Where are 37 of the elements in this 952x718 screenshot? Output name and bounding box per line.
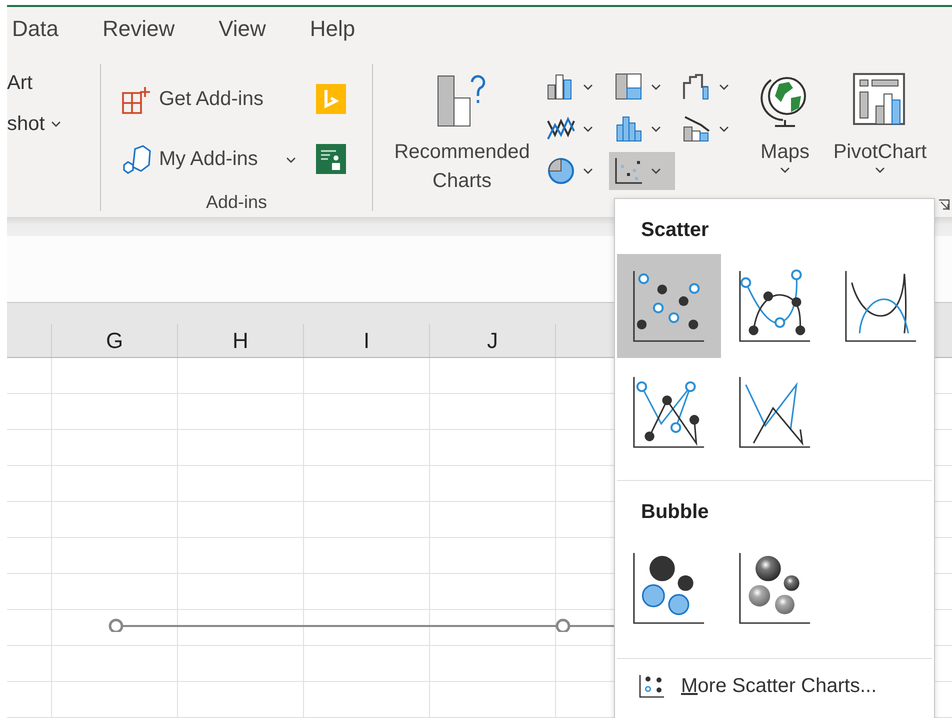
- ribbon-tab[interactable]: Help: [288, 10, 378, 50]
- chevron-icon: [651, 126, 661, 132]
- chevron-icon: [651, 168, 661, 174]
- column-header[interactable]: H: [177, 324, 303, 357]
- column-header[interactable]: G: [51, 324, 177, 357]
- chevron-icon: [719, 84, 729, 90]
- group-label: Add-ins: [204, 192, 268, 214]
- pivotchart-button[interactable]: PivotChart: [825, 68, 935, 217]
- section-title: Scatter: [640, 218, 710, 243]
- chevron-icon: [651, 84, 661, 90]
- ribbon-tab[interactable]: View: [196, 10, 288, 50]
- grid-plus-icon: [121, 84, 151, 115]
- more-scatter-charts-link[interactable]: More Scatter Charts...: [681, 674, 877, 698]
- chevron-icon: [583, 126, 593, 132]
- pivot-chart-icon: [852, 72, 908, 128]
- chevron-icon: [875, 166, 885, 173]
- recommended-charts-button[interactable]: Recommended Charts: [387, 68, 537, 217]
- ribbon-tab[interactable]: Review: [80, 10, 197, 50]
- chevron-icon: [719, 126, 729, 132]
- column-header[interactable]: I: [303, 324, 429, 357]
- chevron-icon: [583, 168, 593, 174]
- addin-button[interactable]: My Add-ins: [121, 144, 296, 176]
- chart-type-button[interactable]: [609, 152, 675, 190]
- ribbon-tab[interactable]: Data: [7, 10, 80, 50]
- chevron-icon: [583, 84, 593, 90]
- maps-button[interactable]: Maps: [757, 68, 813, 217]
- hexagons-icon: [121, 144, 151, 175]
- chevron-icon: [780, 166, 790, 173]
- ribbon-command[interactable]: shot: [7, 112, 45, 136]
- scatter-icon: [639, 674, 665, 698]
- dialog-launcher-icon[interactable]: [938, 198, 950, 211]
- person-chart-icon[interactable]: [316, 144, 346, 174]
- markers-chart-option[interactable]: [617, 254, 721, 358]
- ribbon-command[interactable]: Art: [7, 72, 33, 95]
- addin-button[interactable]: Get Add-ins: [121, 84, 296, 116]
- column-header[interactable]: J: [429, 324, 555, 357]
- section-title: Bubble: [640, 500, 710, 525]
